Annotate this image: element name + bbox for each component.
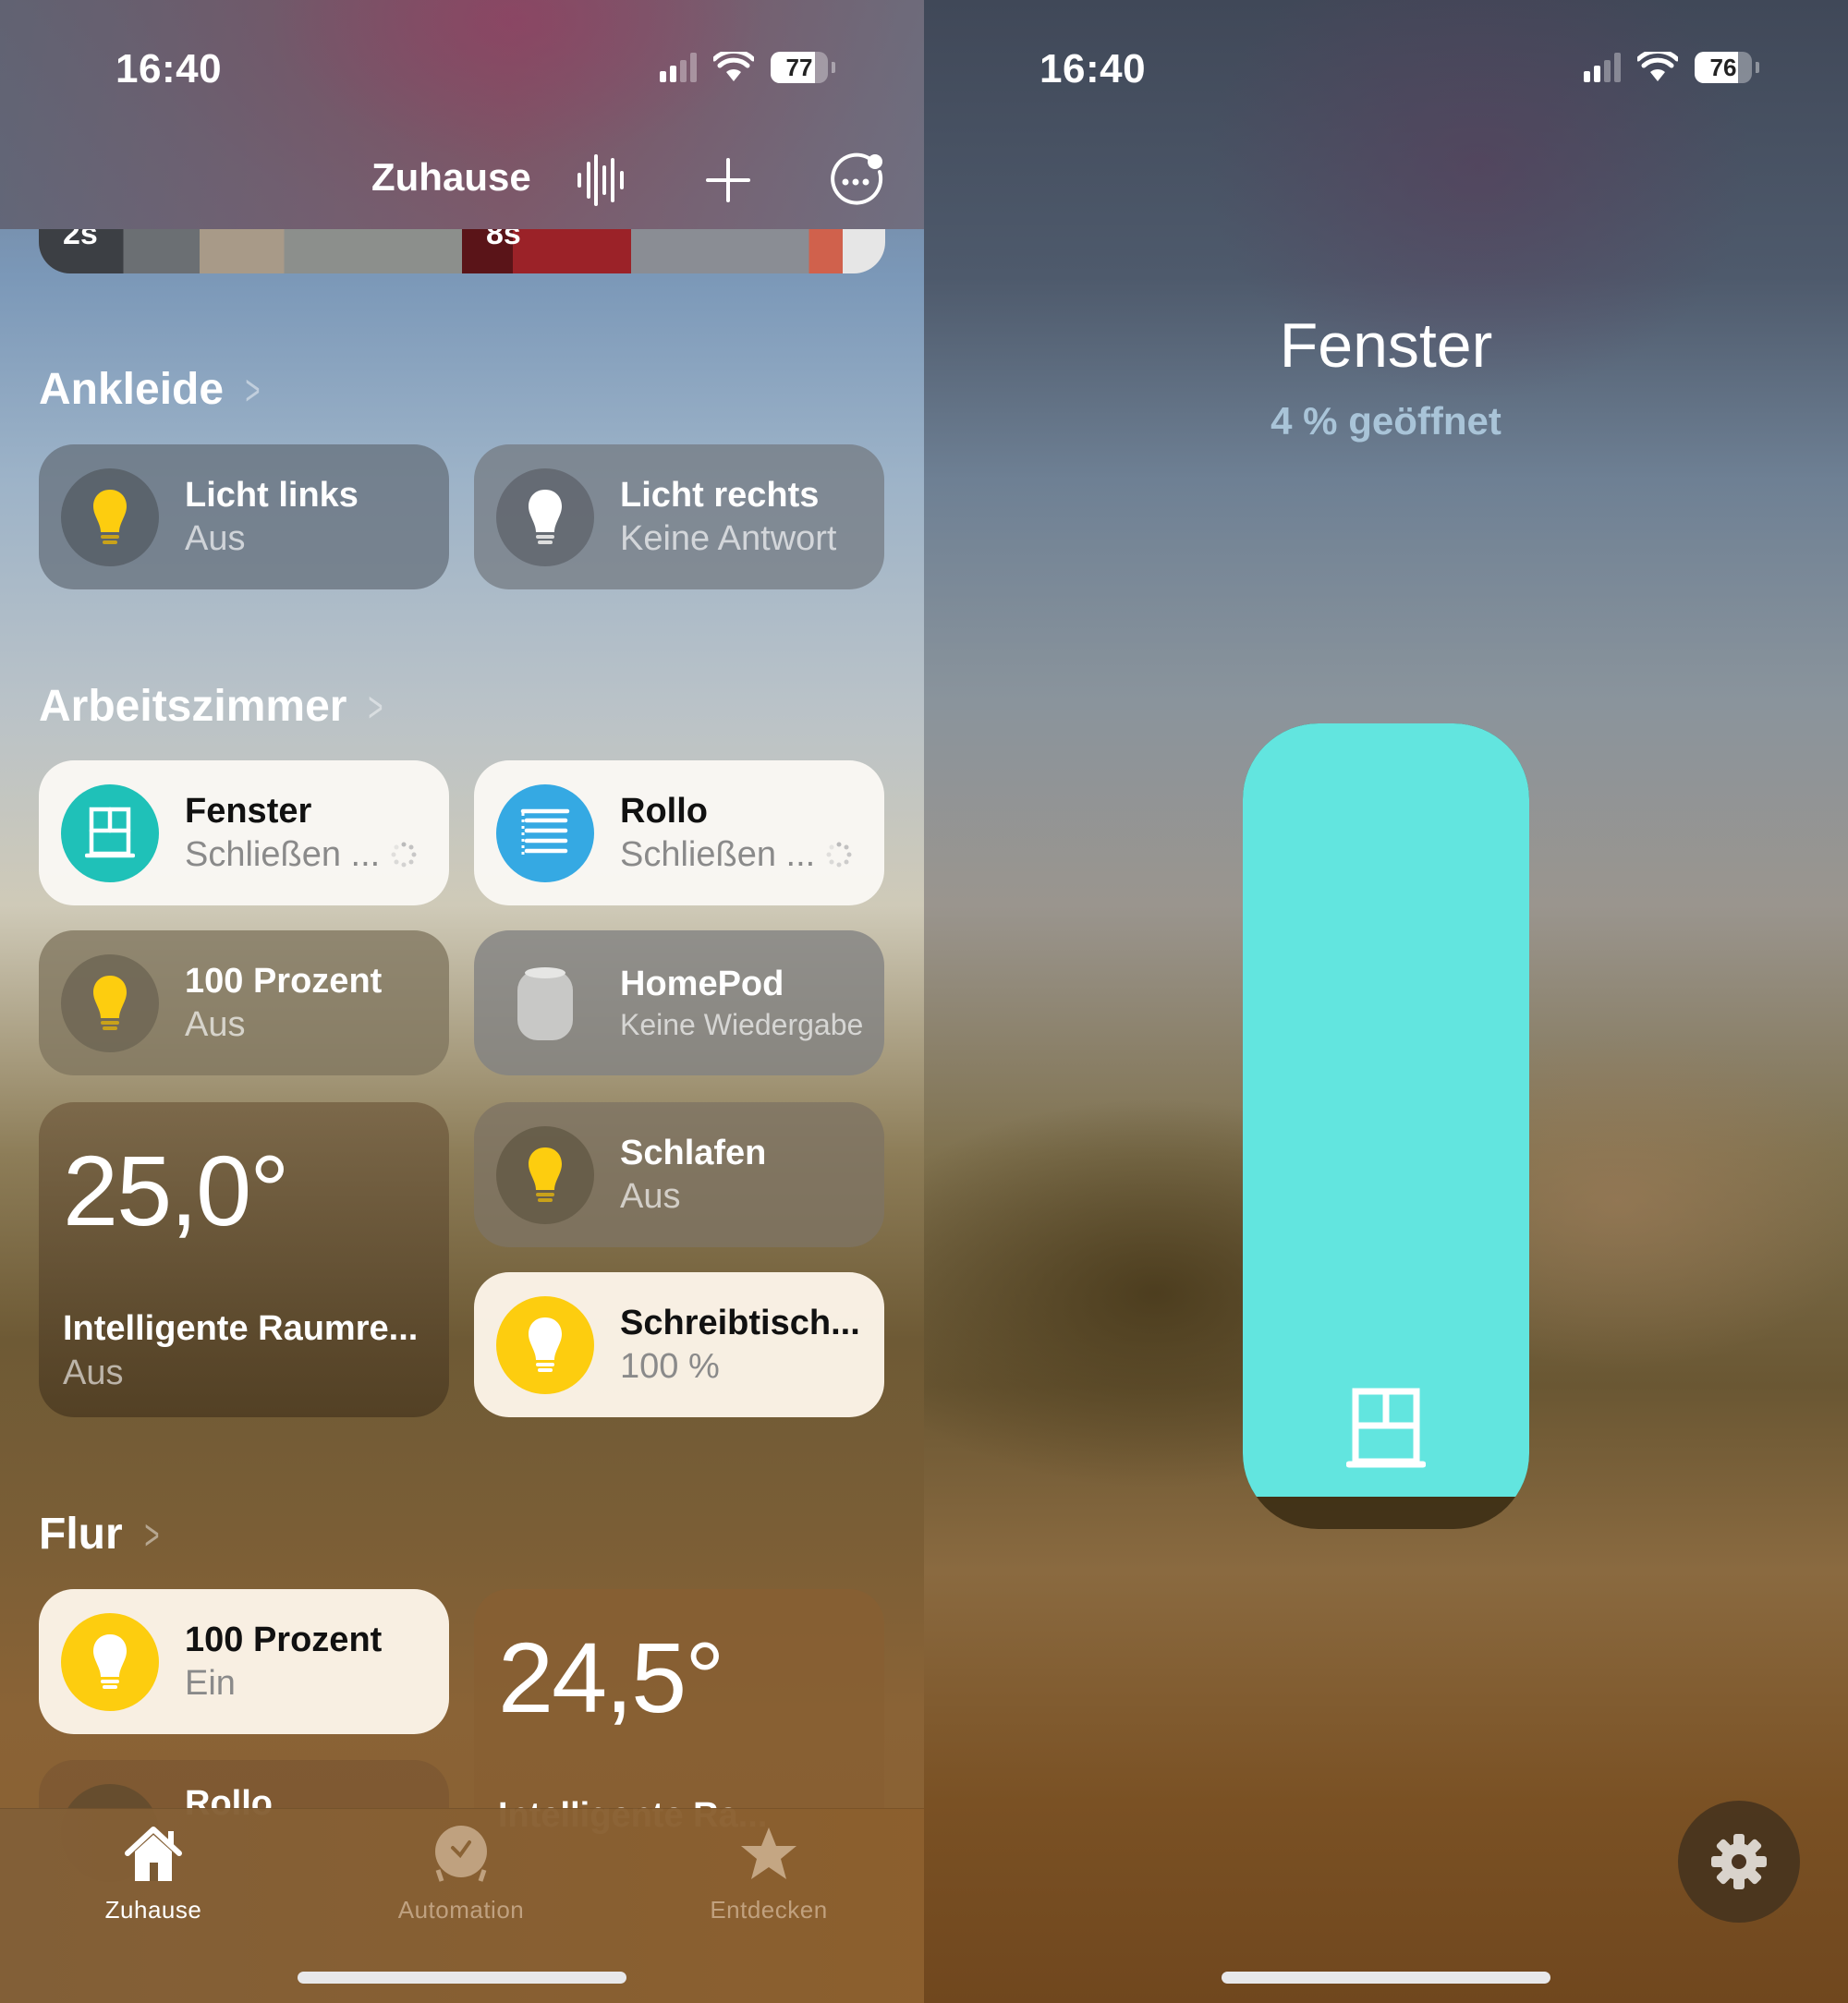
accessory-detail: 16:40 76 Fenster 4 % geöffnet	[924, 0, 1848, 2003]
temperature-value: 24,5°	[498, 1621, 724, 1733]
chevron-right-icon: >	[368, 682, 383, 731]
status-time: 16:40	[116, 46, 223, 91]
tab-label: Entdecken	[710, 1896, 828, 1924]
blinds-icon	[496, 783, 594, 882]
more-icon	[831, 152, 883, 205]
tile-name: Fenster	[185, 791, 312, 831]
tile-thermostat[interactable]: 25,0° Intelligente Raumre... Aus	[39, 1102, 449, 1417]
tile-rollo[interactable]: Rollo Schließen ...	[474, 760, 884, 905]
tile-status: Schließen ...	[620, 834, 816, 874]
window-icon	[61, 783, 159, 882]
tile-licht-rechts[interactable]: Licht rechts Keine Antwort	[474, 444, 884, 589]
status-icons: 77	[660, 52, 835, 83]
tile-name: Licht links	[185, 475, 359, 515]
tile-licht-links[interactable]: Licht links Aus	[39, 444, 449, 589]
section-flur[interactable]: Flur >	[39, 1509, 164, 1560]
section-title: Ankleide	[39, 365, 225, 414]
tile-status: Ein	[185, 1663, 236, 1703]
tile-name: HomePod	[620, 964, 784, 1003]
tile-100-prozent[interactable]: 100 Prozent Aus	[39, 930, 449, 1075]
lightbulb-icon	[496, 1125, 594, 1224]
lightbulb-icon	[61, 1612, 159, 1711]
tile-homepod[interactable]: HomePod Keine Wiedergabe	[474, 930, 884, 1075]
intercom-button[interactable]	[568, 148, 633, 212]
camera-strip[interactable]: 2s 8s	[39, 229, 885, 273]
tile-name: 100 Prozent	[185, 1620, 383, 1659]
lightbulb-icon	[496, 467, 594, 566]
more-button[interactable]	[824, 148, 889, 212]
home-screen: 16:40 77 Zuhause 2s 8s Ankleide > Licht …	[0, 0, 924, 2003]
wifi-icon	[1637, 52, 1678, 81]
tile-status: Aus	[185, 518, 246, 558]
section-ankleide[interactable]: Ankleide >	[39, 364, 265, 415]
battery-icon: 77	[771, 52, 828, 83]
battery-level: 76	[1709, 53, 1737, 81]
section-title: Arbeitszimmer	[39, 682, 347, 731]
home-title[interactable]: Zuhause	[371, 155, 531, 200]
tile-name: Schreibtisch...	[620, 1303, 860, 1342]
tab-entdecken[interactable]: Entdecken	[667, 1826, 870, 1924]
homepod-icon	[496, 954, 594, 1052]
tile-status: 100 %	[620, 1346, 720, 1386]
camera-feed[interactable]: 2s	[39, 229, 462, 273]
star-icon	[741, 1827, 796, 1879]
battery-cap	[832, 62, 835, 73]
lightbulb-icon	[61, 467, 159, 566]
lightbulb-icon	[496, 1295, 594, 1394]
window-position-slider[interactable]	[1243, 723, 1529, 1529]
battery-icon: 76	[1695, 52, 1752, 83]
tile-status: Aus	[185, 1004, 246, 1044]
house-icon	[125, 1827, 182, 1881]
wifi-icon	[713, 52, 754, 81]
tile-status: Keine Wiedergabe	[620, 1007, 864, 1041]
clock-check-icon	[435, 1826, 487, 1882]
cellular-signal-icon	[1584, 53, 1621, 82]
tile-schreibtisch[interactable]: Schreibtisch... 100 %	[474, 1272, 884, 1417]
home-indicator[interactable]	[298, 1972, 626, 1984]
tile-flur-100-prozent[interactable]: 100 Prozent Ein	[39, 1589, 449, 1734]
status-time: 16:40	[1040, 46, 1147, 91]
tab-label: Automation	[397, 1896, 525, 1924]
accessory-title: Fenster	[1279, 310, 1493, 381]
tile-status: Aus	[620, 1176, 681, 1216]
chevron-right-icon: >	[144, 1510, 160, 1559]
window-icon	[1346, 1388, 1426, 1468]
loading-spinner-icon	[391, 842, 417, 868]
tile-name: Intelligente Raumre...	[63, 1309, 419, 1348]
tile-name: Rollo	[620, 791, 708, 831]
battery-level: 77	[785, 53, 813, 81]
tile-status: Schließen ...	[185, 834, 381, 874]
plus-icon	[706, 158, 750, 202]
camera-feed[interactable]: 8s	[462, 229, 885, 273]
add-button[interactable]	[696, 148, 760, 212]
waveform-icon	[578, 154, 624, 206]
accessory-status: 4 % geöffnet	[1270, 399, 1502, 443]
camera-age-label: 2s	[63, 229, 98, 251]
lightbulb-icon	[61, 953, 159, 1052]
tile-status: Keine Antwort	[620, 518, 837, 558]
loading-spinner-icon	[826, 842, 852, 868]
tile-fenster[interactable]: Fenster Schließen ...	[39, 760, 449, 905]
cellular-signal-icon	[660, 53, 697, 82]
tab-label: Zuhause	[104, 1896, 202, 1924]
tile-name: Schlafen	[620, 1133, 767, 1172]
section-arbeitszimmer[interactable]: Arbeitszimmer >	[39, 681, 388, 732]
temperature-value: 25,0°	[63, 1135, 289, 1246]
status-icons: 76	[1584, 52, 1759, 83]
chevron-right-icon: >	[245, 365, 261, 414]
section-title: Flur	[39, 1510, 123, 1559]
tile-status: Aus	[63, 1354, 124, 1392]
slider-fill	[1243, 723, 1529, 1498]
tile-name: Licht rechts	[620, 475, 820, 515]
battery-cap	[1756, 62, 1759, 73]
camera-age-label: 8s	[486, 229, 521, 251]
gear-icon	[1711, 1834, 1767, 1889]
tab-automation[interactable]: Automation	[359, 1826, 563, 1924]
tile-name: 100 Prozent	[185, 961, 383, 1001]
home-indicator[interactable]	[1222, 1972, 1550, 1984]
tab-zuhause[interactable]: Zuhause	[52, 1826, 255, 1924]
settings-button[interactable]	[1678, 1801, 1800, 1923]
tile-schlafen[interactable]: Schlafen Aus	[474, 1102, 884, 1247]
